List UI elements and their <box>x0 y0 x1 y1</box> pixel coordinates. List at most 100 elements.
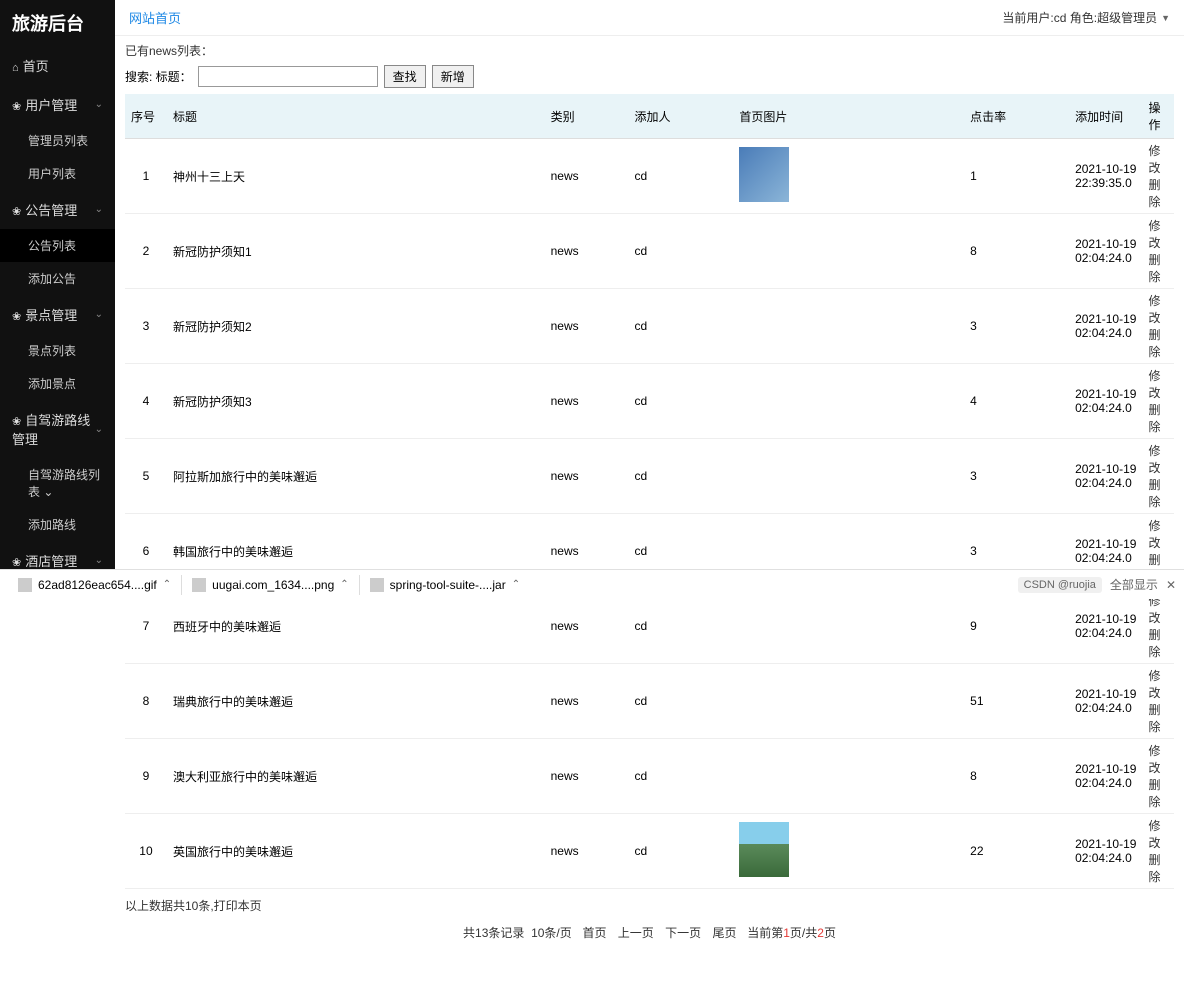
cell-title: 澳大利亚旅行中的美味邂逅 <box>167 739 545 814</box>
menu-group[interactable]: ❀景点管理⌄ <box>0 295 115 334</box>
cell-time: 2021-10-19 22:39:35.0 <box>1069 139 1142 214</box>
edit-link[interactable]: 修改 <box>1148 669 1160 700</box>
row-thumbnail <box>739 822 789 877</box>
delete-link[interactable]: 删除 <box>1148 328 1160 359</box>
edit-link[interactable]: 修改 <box>1148 819 1160 850</box>
submenu-item[interactable]: 添加景点 <box>0 367 115 400</box>
cell-cat: news <box>545 289 629 364</box>
cell-adder: cd <box>629 814 734 889</box>
download-item[interactable]: uugai.com_1634....png⌃ <box>182 578 358 592</box>
cell-time: 2021-10-19 02:04:24.0 <box>1069 289 1142 364</box>
table-row: 10 英国旅行中的美味邂逅 news cd 22 2021-10-19 02:0… <box>125 814 1174 889</box>
app-title: 旅游后台 <box>0 0 115 46</box>
main-content: 已有news列表： 搜索: 标题： 查找 新增 序号标题类别添加人首页图片点击率… <box>115 0 1184 981</box>
submenu-item[interactable]: 公告列表 <box>0 229 115 262</box>
download-item[interactable]: 62ad8126eac654....gif⌃ <box>8 578 181 592</box>
add-button[interactable]: 新增 <box>432 65 474 88</box>
edit-link[interactable]: 修改 <box>1148 444 1160 475</box>
search-button[interactable]: 查找 <box>384 65 426 88</box>
page-first[interactable]: 首页 <box>582 926 606 940</box>
delete-link[interactable]: 删除 <box>1148 628 1160 659</box>
search-row: 搜索: 标题： 查找 新增 <box>125 65 1174 88</box>
menu-group[interactable]: ❀用户管理⌄ <box>0 85 115 124</box>
col-header: 标题 <box>167 94 545 139</box>
page-last[interactable]: 尾页 <box>713 926 737 940</box>
cell-time: 2021-10-19 02:04:24.0 <box>1069 814 1142 889</box>
show-all-link[interactable]: 全部显示 <box>1110 576 1158 593</box>
submenu-item[interactable]: 用户列表 <box>0 157 115 190</box>
cell-clicks: 9 <box>964 589 1069 664</box>
cell-idx: 9 <box>125 739 167 814</box>
cell-cat: news <box>545 739 629 814</box>
col-header: 首页图片 <box>733 94 964 139</box>
search-input[interactable] <box>198 66 378 87</box>
page-prev[interactable]: 上一页 <box>618 926 654 940</box>
submenu-item[interactable]: 自驾游路线列表 ⌄ <box>0 458 115 508</box>
cell-clicks: 51 <box>964 664 1069 739</box>
cell-time: 2021-10-19 02:04:24.0 <box>1069 214 1142 289</box>
menu-group[interactable]: ❀公告管理⌄ <box>0 190 115 229</box>
menu-group[interactable]: ❀自驾游路线管理⌄ <box>0 400 115 458</box>
row-thumbnail <box>739 147 789 202</box>
table-row: 4 新冠防护须知3 news cd 4 2021-10-19 02:04:24.… <box>125 364 1174 439</box>
cell-cat: news <box>545 814 629 889</box>
cell-cat: news <box>545 364 629 439</box>
col-header: 操作 <box>1142 94 1174 139</box>
menu-group[interactable]: ⌂首页 <box>0 46 115 85</box>
cell-title: 瑞典旅行中的美味邂逅 <box>167 664 545 739</box>
cell-clicks: 3 <box>964 289 1069 364</box>
cell-idx: 1 <box>125 139 167 214</box>
edit-link[interactable]: 修改 <box>1148 144 1160 175</box>
cell-adder: cd <box>629 289 734 364</box>
edit-link[interactable]: 修改 <box>1148 744 1160 775</box>
table-row: 8 瑞典旅行中的美味邂逅 news cd 51 2021-10-19 02:04… <box>125 664 1174 739</box>
cell-img <box>733 289 964 364</box>
submenu-item[interactable]: 添加公告 <box>0 262 115 295</box>
download-bar: 62ad8126eac654....gif⌃uugai.com_1634....… <box>0 569 1184 599</box>
home-link[interactable]: 网站首页 <box>129 11 181 26</box>
delete-link[interactable]: 删除 <box>1148 703 1160 734</box>
delete-link[interactable]: 删除 <box>1148 853 1160 884</box>
edit-link[interactable]: 修改 <box>1148 294 1160 325</box>
topbar: 网站首页 当前用户:cd 角色:超级管理员 ▼ <box>115 0 1184 36</box>
cell-title: 新冠防护须知2 <box>167 289 545 364</box>
cell-ops: 修改删除 <box>1142 814 1174 889</box>
download-filename: uugai.com_1634....png <box>212 578 334 592</box>
edit-link[interactable]: 修改 <box>1148 219 1160 250</box>
delete-link[interactable]: 删除 <box>1148 778 1160 809</box>
chevron-down-icon: ⌄ <box>95 309 103 320</box>
cell-img <box>733 589 964 664</box>
delete-link[interactable]: 删除 <box>1148 403 1160 434</box>
close-icon[interactable]: ✕ <box>1166 578 1176 592</box>
cell-cat: news <box>545 214 629 289</box>
cell-idx: 7 <box>125 589 167 664</box>
menu-icon: ❀ <box>12 311 21 323</box>
delete-link[interactable]: 删除 <box>1148 253 1160 284</box>
cell-adder: cd <box>629 139 734 214</box>
table-row: 1 神州十三上天 news cd 1 2021-10-19 22:39:35.0… <box>125 139 1174 214</box>
cell-time: 2021-10-19 02:04:24.0 <box>1069 664 1142 739</box>
cell-adder: cd <box>629 364 734 439</box>
table-row: 7 西班牙中的美味邂逅 news cd 9 2021-10-19 02:04:2… <box>125 589 1174 664</box>
cell-title: 新冠防护须知3 <box>167 364 545 439</box>
submenu-item[interactable]: 景点列表 <box>0 334 115 367</box>
menu-icon: ❀ <box>12 206 21 218</box>
current-page: 1 <box>783 926 790 940</box>
user-dropdown[interactable]: 当前用户:cd 角色:超级管理员 ▼ <box>1002 9 1170 26</box>
edit-link[interactable]: 修改 <box>1148 519 1160 550</box>
per-page: 10条/页 <box>531 926 572 940</box>
submenu-item[interactable]: 管理员列表 <box>0 124 115 157</box>
cell-cat: news <box>545 589 629 664</box>
chevron-down-icon: ⌄ <box>43 485 53 499</box>
edit-link[interactable]: 修改 <box>1148 369 1160 400</box>
cell-cat: news <box>545 139 629 214</box>
delete-link[interactable]: 删除 <box>1148 478 1160 509</box>
page-next[interactable]: 下一页 <box>665 926 701 940</box>
cell-idx: 3 <box>125 289 167 364</box>
cell-time: 2021-10-19 02:04:24.0 <box>1069 739 1142 814</box>
table-row: 3 新冠防护须知2 news cd 3 2021-10-19 02:04:24.… <box>125 289 1174 364</box>
caret-down-icon: ▼ <box>1161 13 1170 23</box>
download-item[interactable]: spring-tool-suite-....jar⌃ <box>360 578 530 592</box>
submenu-item[interactable]: 添加路线 <box>0 508 115 541</box>
delete-link[interactable]: 删除 <box>1148 178 1160 209</box>
